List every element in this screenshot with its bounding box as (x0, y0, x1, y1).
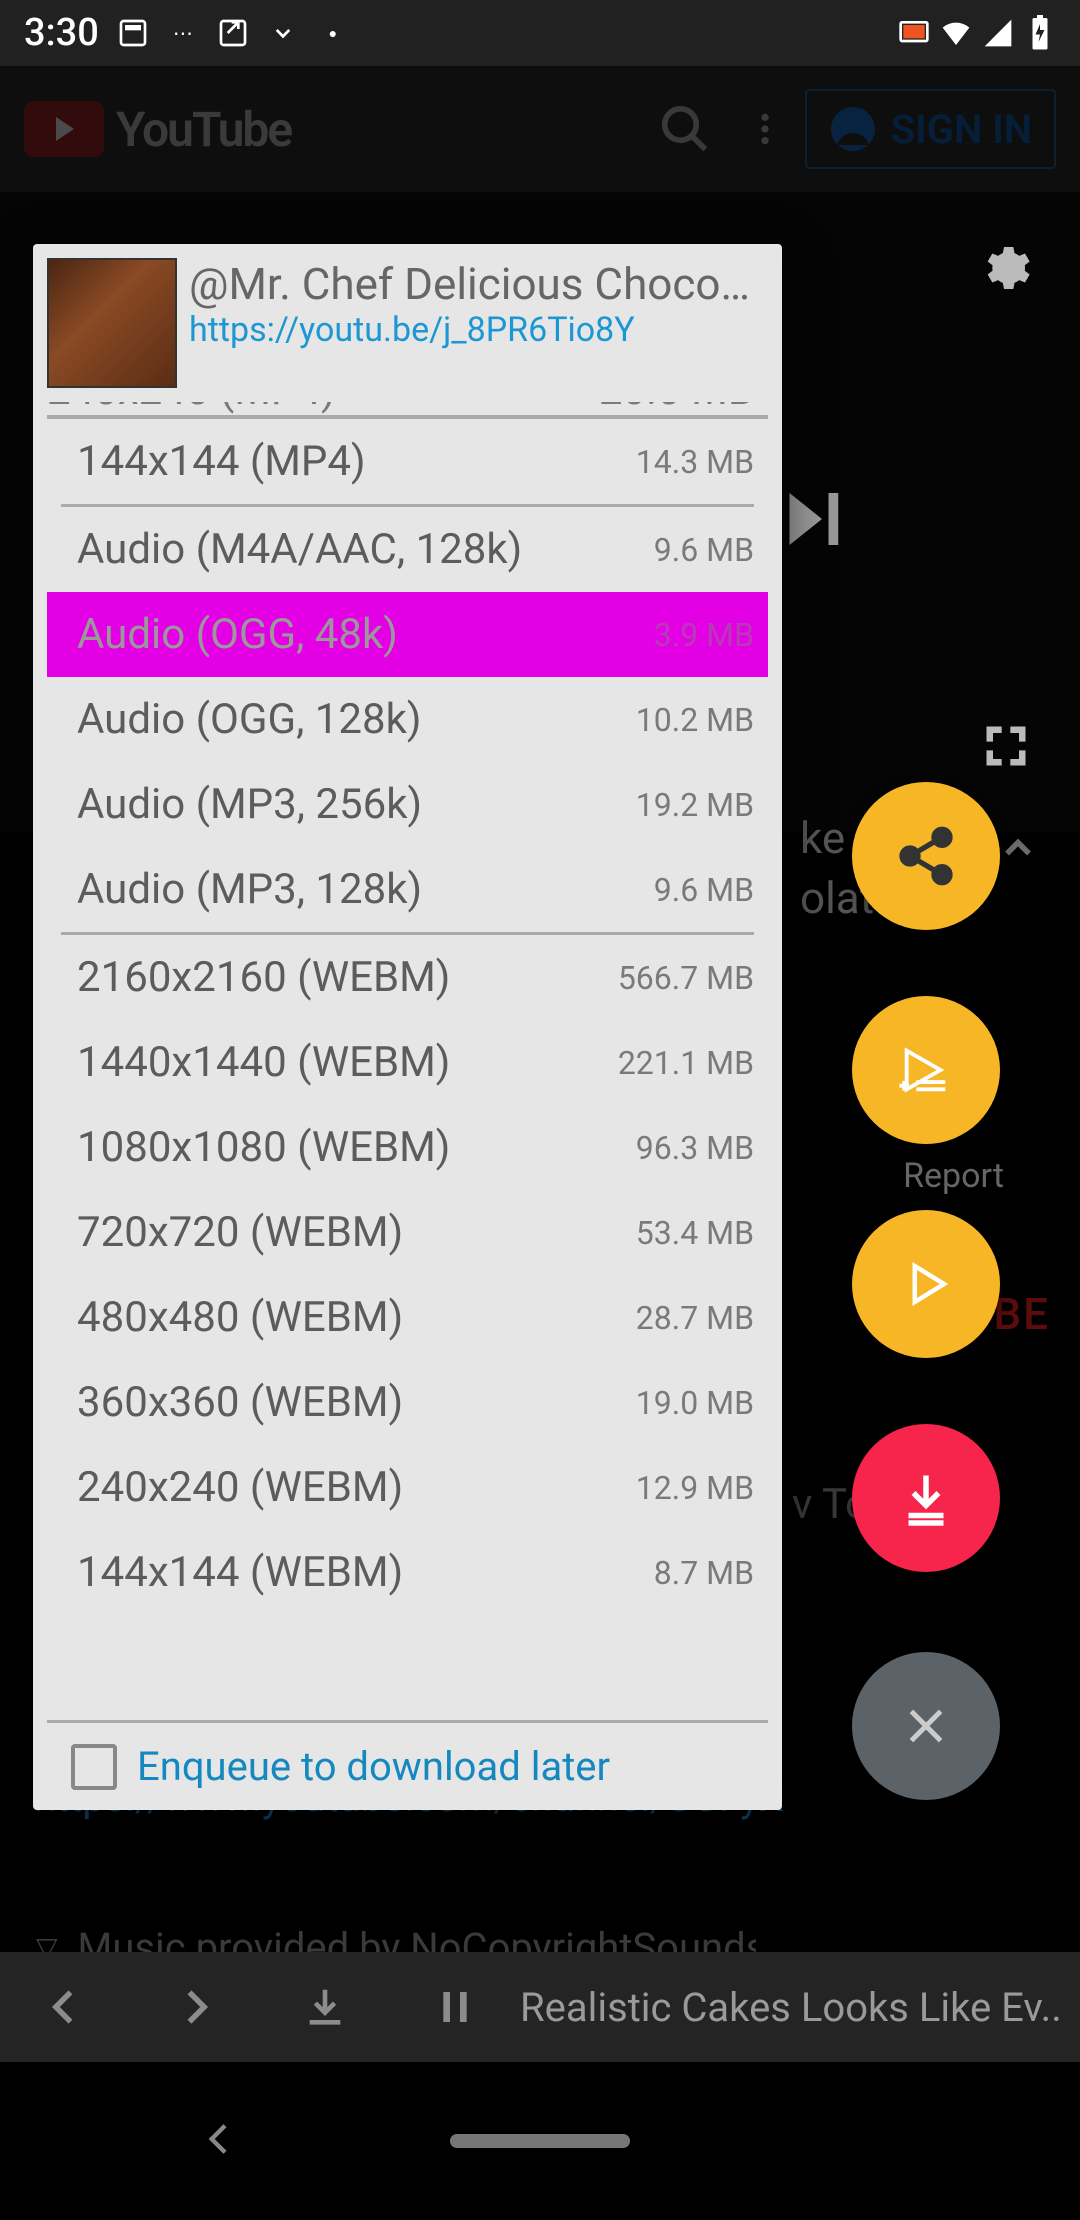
subscribe-fragment: BE (993, 1288, 1050, 1340)
format-row-label: 144x144 (WEBM) (77, 1548, 403, 1597)
close-fab[interactable] (852, 1652, 1000, 1800)
format-row[interactable]: Audio (MP3, 128k) 9.6 MB (47, 847, 768, 932)
notif-icon-3 (217, 17, 249, 49)
enqueue-checkbox[interactable] (71, 1744, 117, 1790)
format-row-size: 14.3 MB (636, 443, 754, 481)
play-fab[interactable] (852, 1210, 1000, 1358)
format-row-size: 9.6 MB (654, 531, 754, 569)
dialog-title: @Mr. Chef Delicious Choco… (189, 258, 770, 310)
format-row-size: 19.0 MB (636, 1384, 754, 1422)
share-icon (894, 824, 958, 888)
download-dialog: @Mr. Chef Delicious Choco… https://youtu… (33, 244, 782, 1810)
playlist-fab[interactable] (852, 996, 1000, 1144)
format-row-size: 9.6 MB (654, 871, 754, 909)
signal-icon (982, 17, 1014, 49)
format-row[interactable]: Audio (M4A/AAC, 128k) 9.6 MB (47, 507, 768, 592)
format-row-label: Audio (MP3, 128k) (77, 865, 422, 914)
format-row-label: Audio (MP3, 256k) (77, 780, 422, 829)
format-row-label: Audio (M4A/AAC, 128k) (77, 525, 522, 574)
notif-dot-icon: ● (317, 17, 349, 49)
dialog-url[interactable]: https://youtu.be/j_8PR6Tio8Y (189, 310, 770, 350)
format-row[interactable]: 720x720 (WEBM) 53.4 MB (47, 1190, 768, 1275)
format-row-label: 360x360 (WEBM) (77, 1378, 403, 1427)
cast-icon (898, 17, 930, 49)
format-row-label: 720x720 (WEBM) (77, 1208, 403, 1257)
dialog-thumbnail (47, 258, 177, 388)
playlist-add-icon (897, 1041, 955, 1099)
format-row[interactable]: 1440x1440 (WEBM) 221.1 MB (47, 1020, 768, 1105)
notif-icon-1 (117, 17, 149, 49)
close-icon (901, 1701, 951, 1751)
format-row-size: 221.1 MB (618, 1044, 754, 1082)
format-row[interactable]: 2160x2160 (WEBM) 566.7 MB (47, 935, 768, 1020)
back-button[interactable] (0, 1952, 130, 2062)
format-row[interactable]: 144x144 (WEBM) 8.7 MB (47, 1530, 768, 1615)
format-row-label: Audio (OGG, 128k) (77, 695, 422, 744)
format-row[interactable]: Audio (MP3, 256k) 19.2 MB (47, 762, 768, 847)
format-row[interactable]: 480x480 (WEBM) 28.7 MB (47, 1275, 768, 1360)
nav-home-pill[interactable] (450, 2134, 630, 2148)
format-row[interactable]: Audio (OGG, 48k) 3.9 MB (47, 592, 768, 677)
play-icon (899, 1257, 953, 1311)
format-row-cut[interactable]: 240x240 (MP4) 20.0 MB (47, 402, 768, 418)
format-row-label: 1080x1080 (WEBM) (77, 1123, 450, 1172)
format-row-size: 12.9 MB (636, 1469, 754, 1507)
notif-icon-2: ⋯ (167, 17, 199, 49)
battery-icon (1024, 17, 1056, 49)
format-row-label: 2160x2160 (WEBM) (77, 953, 450, 1002)
format-row-size: 10.2 MB (636, 701, 754, 739)
format-row[interactable]: 144x144 (MP4) 14.3 MB (47, 419, 768, 504)
format-row-label: 480x480 (WEBM) (77, 1293, 403, 1342)
nav-back-button[interactable] (200, 2119, 240, 2163)
share-fab[interactable] (852, 782, 1000, 930)
wifi-icon (940, 17, 972, 49)
format-list[interactable]: 144x144 (MP4) 14.3 MB Audio (M4A/AAC, 128… (47, 418, 768, 1720)
now-playing-title[interactable]: Realistic Cakes Looks Like Ev.. (520, 1984, 1080, 2031)
pause-button[interactable] (390, 1952, 520, 2062)
format-row-size: 566.7 MB (618, 959, 754, 997)
format-row-size: 8.7 MB (654, 1554, 754, 1592)
collapse-caret-icon[interactable] (996, 826, 1040, 874)
format-row-size: 28.7 MB (636, 1299, 754, 1337)
format-row[interactable]: 240x240 (WEBM) 12.9 MB (47, 1445, 768, 1530)
format-row-label: 1440x1440 (WEBM) (77, 1038, 450, 1087)
format-row-size: 3.9 MB (654, 616, 754, 654)
format-row-size: 53.4 MB (636, 1214, 754, 1252)
system-nav-bar (0, 2062, 1080, 2220)
download-icon (267, 17, 299, 49)
dialog-header: @Mr. Chef Delicious Choco… https://youtu… (33, 244, 782, 402)
status-bar: 3:30 ⋯ ● (0, 0, 1080, 66)
download-fab[interactable] (852, 1424, 1000, 1572)
fullscreen-button[interactable] (980, 720, 1032, 776)
format-row-size: 19.2 MB (636, 786, 754, 824)
format-row[interactable]: Audio (OGG, 128k) 10.2 MB (47, 677, 768, 762)
format-row-label: 240x240 (WEBM) (77, 1463, 403, 1512)
report-label: Report (903, 1156, 1004, 1196)
download-icon (896, 1468, 956, 1528)
download-button[interactable] (260, 1952, 390, 2062)
bottom-toolbar: Realistic Cakes Looks Like Ev.. (0, 1952, 1080, 2062)
format-row[interactable]: 360x360 (WEBM) 19.0 MB (47, 1360, 768, 1445)
dialog-footer: Enqueue to download later (47, 1720, 768, 1810)
forward-button[interactable] (130, 1952, 260, 2062)
format-row-label: Audio (OGG, 48k) (77, 610, 398, 659)
settings-button[interactable] (976, 240, 1032, 300)
format-row[interactable]: 1080x1080 (WEBM) 96.3 MB (47, 1105, 768, 1190)
format-row-size: 96.3 MB (636, 1129, 754, 1167)
enqueue-label[interactable]: Enqueue to download later (137, 1743, 610, 1790)
format-row-label: 144x144 (MP4) (77, 437, 366, 486)
status-time: 3:30 (24, 11, 99, 55)
